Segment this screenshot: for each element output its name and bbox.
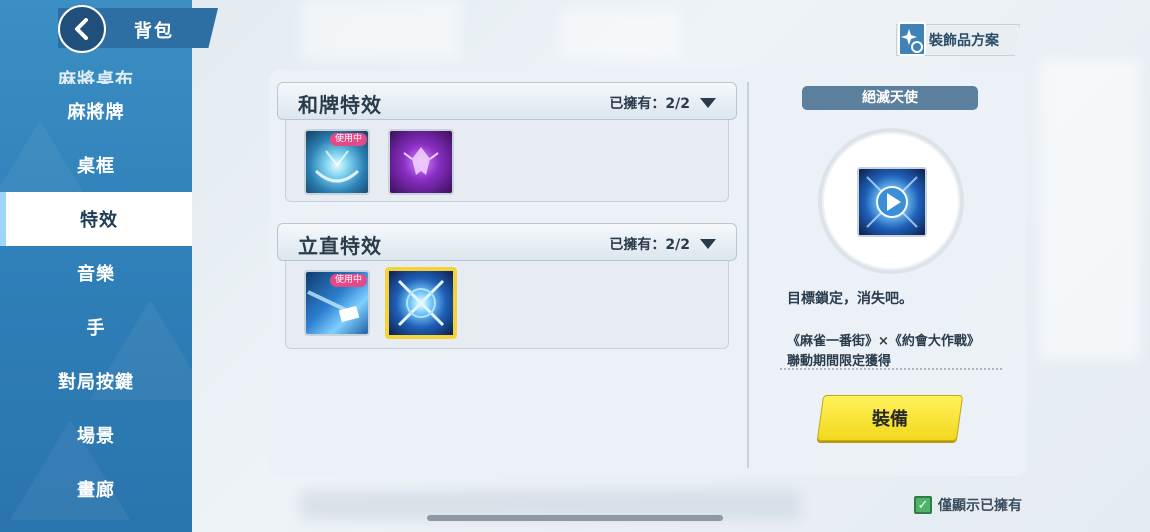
sidebar-item-label: 對局按鍵: [58, 372, 134, 393]
owned-count: 已擁有：2/2: [609, 237, 690, 253]
section-header-win-effects[interactable]: 和牌特效 已擁有：2/2: [277, 82, 737, 120]
home-indicator[interactable]: [427, 515, 723, 521]
owned-count: 已擁有：2/2: [609, 96, 690, 112]
preset-label: 裝飾品方案: [929, 33, 999, 49]
panel-divider: [747, 82, 749, 468]
only-owned-toggle[interactable]: ✓ 僅顯示已擁有: [914, 495, 1022, 515]
back-button[interactable]: [58, 5, 106, 53]
sidebar-item-gallery[interactable]: 畫廊: [0, 462, 192, 516]
item-name: 絕滅天使: [802, 86, 978, 110]
purple-dragon-effect-icon: [403, 147, 439, 175]
sidebar-item-tiles[interactable]: 麻將牌: [0, 84, 192, 138]
sidebar-list: 麻將桌布 麻將牌 桌框 特效 音樂 手 對局按鍵 場景 畫廊: [0, 44, 192, 516]
sidebar-item-label: 畫廊: [77, 480, 115, 501]
effect-tile-light-streak[interactable]: 使用中: [304, 270, 370, 336]
effect-preview-button[interactable]: [857, 167, 927, 237]
equip-label: 裝備: [872, 409, 908, 430]
sidebar-item-label: 場景: [77, 426, 115, 447]
page-title: 背包: [134, 21, 174, 42]
caret-down-icon[interactable]: [700, 98, 716, 108]
caret-down-icon[interactable]: [700, 239, 716, 249]
section-header-riichi-effects[interactable]: 立直特效 已擁有：2/2: [277, 223, 737, 261]
chevron-left-icon: [75, 18, 88, 40]
play-icon: [866, 176, 918, 228]
sidebar: 麻將桌布 麻將牌 桌框 特效 音樂 手 對局按鍵 場景 畫廊: [0, 0, 192, 532]
acquisition-note: 聯動期間限定獲得: [787, 354, 892, 369]
checkbox-checked-icon[interactable]: ✓: [914, 496, 932, 514]
only-owned-label: 僅顯示已擁有: [938, 498, 1022, 514]
effect-tile-crossed-swords[interactable]: [385, 267, 457, 339]
sidebar-item-label: 音樂: [77, 264, 115, 285]
sidebar-item-hand[interactable]: 手: [0, 300, 192, 354]
crossed-swords-effect-icon: [397, 279, 445, 327]
in-use-badge: 使用中: [330, 274, 368, 287]
sidebar-item-music[interactable]: 音樂: [0, 246, 192, 300]
sparkle-swap-icon: [898, 22, 926, 56]
sidebar-item-label: 麻將牌: [67, 102, 125, 123]
sidebar-item-scene[interactable]: 場景: [0, 408, 192, 462]
effect-tile-blue-burst[interactable]: 使用中: [304, 129, 370, 195]
sidebar-item-label: 麻將桌布: [58, 70, 134, 84]
dotted-divider: [780, 368, 1002, 370]
sidebar-item-effects[interactable]: 特效: [0, 192, 192, 246]
sidebar-item-match-buttons[interactable]: 對局按鍵: [0, 354, 192, 408]
effect-tile-purple-dragon[interactable]: [388, 129, 454, 195]
section-title: 和牌特效: [298, 93, 382, 117]
in-use-badge: 使用中: [330, 133, 368, 146]
section-items-win-effects: 使用中: [285, 120, 729, 202]
sidebar-item-label: 特效: [80, 210, 118, 231]
section-title: 立直特效: [298, 234, 382, 258]
collab-title: 《麻雀一番街》×《約會大作戰》: [787, 334, 980, 349]
item-description: 目標鎖定，消失吧。: [787, 291, 913, 307]
section-items-riichi-effects: 使用中: [285, 261, 729, 349]
sidebar-item-label: 桌框: [77, 156, 115, 177]
equip-button[interactable]: 裝備: [816, 395, 964, 441]
sidebar-item-label: 手: [86, 318, 106, 339]
sidebar-item-table-frame[interactable]: 桌框: [0, 138, 192, 192]
sidebar-item-tablecloth[interactable]: 麻將桌布: [0, 44, 192, 84]
